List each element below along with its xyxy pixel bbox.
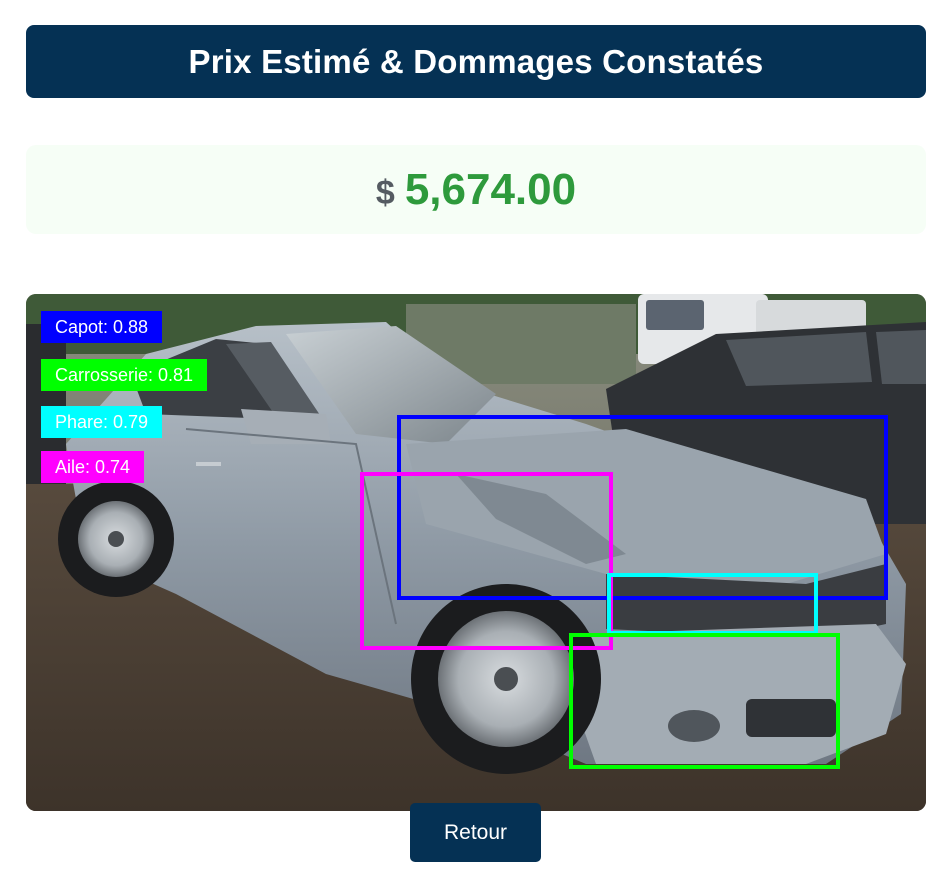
detection-label-aile: Aile: 0.74 xyxy=(41,451,145,483)
estimated-price-value: 5,674.00 xyxy=(404,164,577,214)
detection-label-capot: Capot: 0.88 xyxy=(41,311,163,343)
results-page: Prix Estimé & Dommages Constatés $ 5,674… xyxy=(0,0,951,869)
estimated-price-card: $ 5,674.00 xyxy=(26,145,926,234)
title-banner: Prix Estimé & Dommages Constatés xyxy=(26,25,926,98)
damage-detection-image: Capot: 0.88 Carrosserie: 0.81 Phare: 0.7… xyxy=(26,294,926,811)
detection-box-aile xyxy=(360,472,613,650)
detection-box-carrosserie xyxy=(569,633,840,769)
detection-box-phare xyxy=(607,573,818,635)
back-button[interactable]: Retour xyxy=(410,803,541,862)
page-title: Prix Estimé & Dommages Constatés xyxy=(188,42,764,80)
currency-symbol: $ xyxy=(375,174,395,212)
detection-label-carrosserie: Carrosserie: 0.81 xyxy=(41,359,208,391)
detection-label-phare: Phare: 0.79 xyxy=(41,406,163,438)
